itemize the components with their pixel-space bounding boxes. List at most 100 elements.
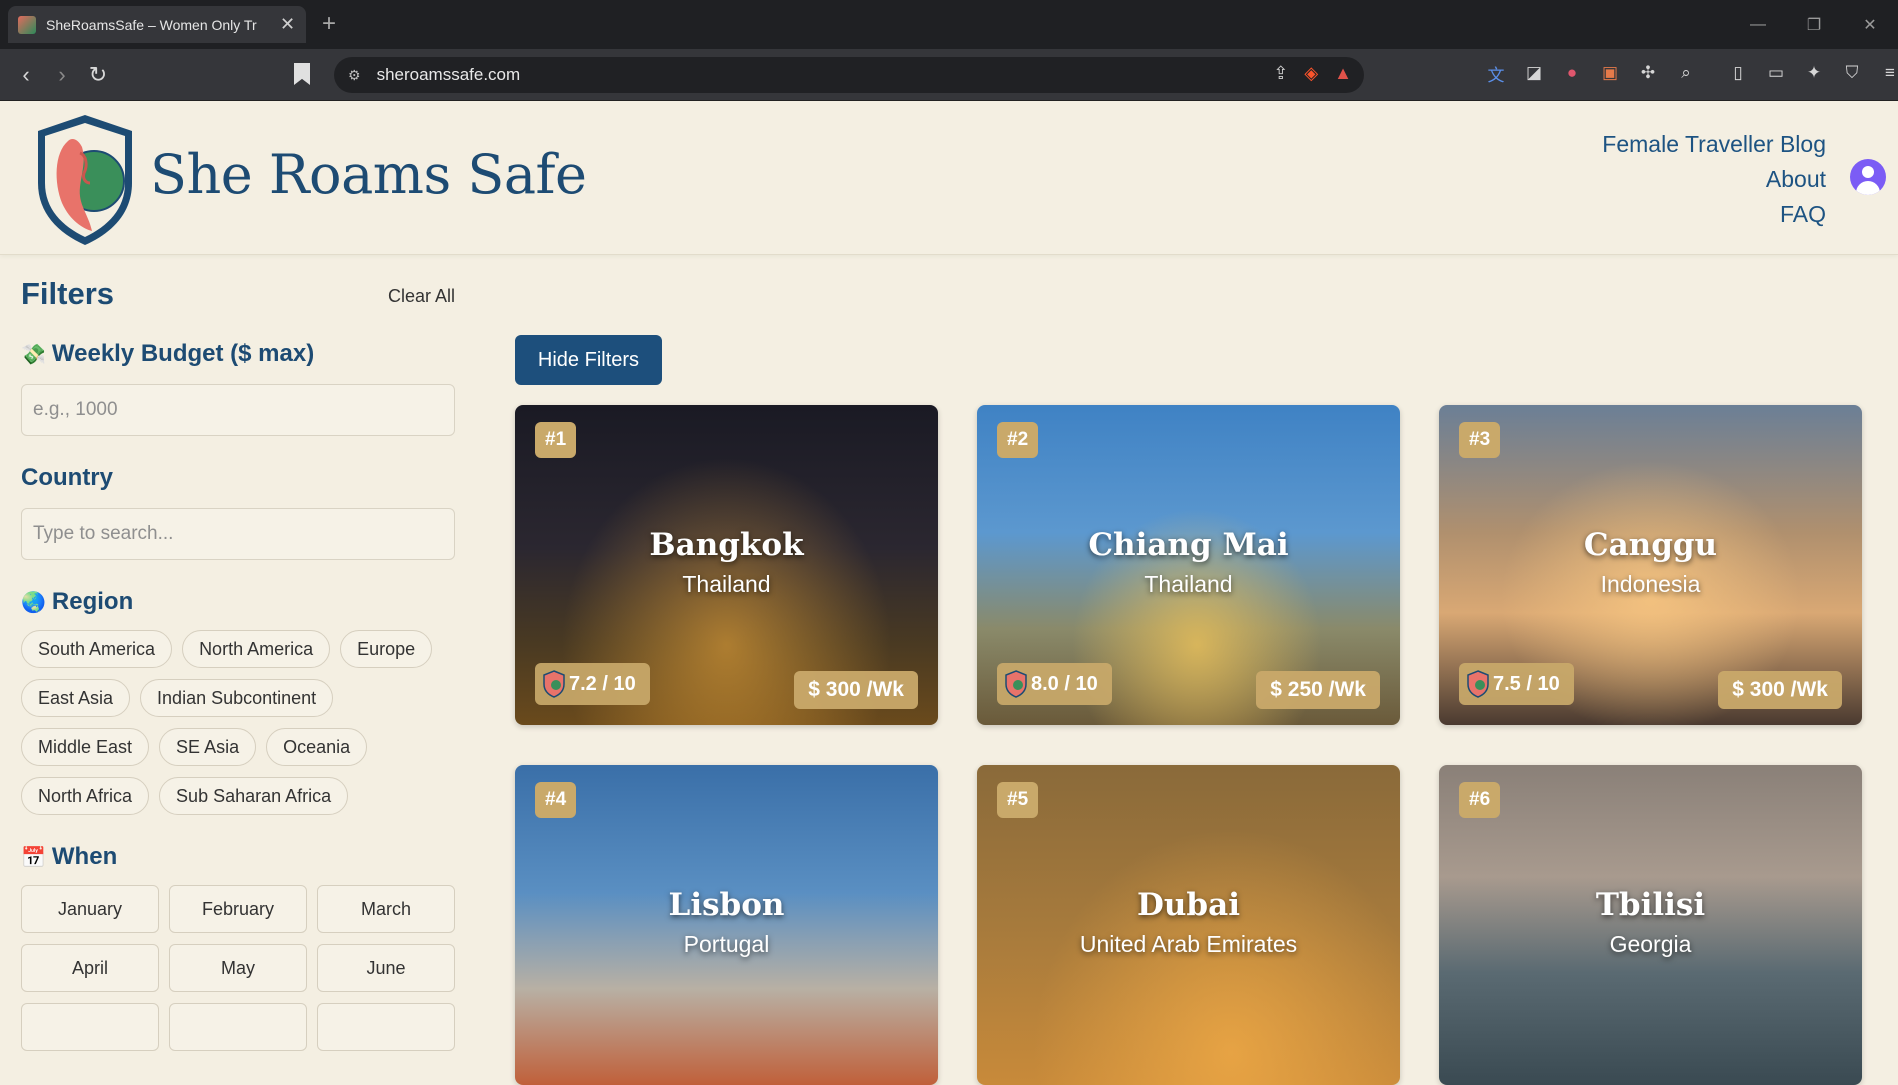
leo-ai-icon[interactable]: ✦ (1802, 61, 1826, 85)
month-buttons: January February March April May June (21, 885, 455, 1051)
clear-all-button[interactable]: Clear All (388, 286, 455, 307)
nav-about-link[interactable]: About (1602, 162, 1826, 197)
safety-score-badge: 8.0 / 10 (997, 663, 1112, 705)
forward-icon[interactable]: › (44, 62, 80, 88)
browser-tab[interactable]: SheRoamsSafe – Women Only Tr ✕ (8, 6, 306, 43)
destination-card[interactable]: #5 Dubai United Arab Emirates (977, 765, 1400, 1085)
safety-score: 8.0 / 10 (1031, 672, 1098, 695)
card-city: Chiang Mai (1088, 527, 1289, 563)
month-button[interactable] (21, 1003, 159, 1051)
share-icon[interactable]: ⇪ (1273, 63, 1288, 84)
safety-score: 7.5 / 10 (1493, 672, 1560, 695)
extension-icon[interactable]: ▣ (1598, 61, 1622, 85)
card-photo (977, 765, 1400, 1085)
region-chip[interactable]: South America (21, 630, 173, 668)
card-city: Bangkok (649, 527, 804, 563)
reload-icon[interactable]: ↻ (80, 62, 116, 88)
site-info-icon[interactable]: ⚙ (348, 67, 361, 84)
vpn-icon[interactable]: ⛉ (1840, 61, 1864, 85)
month-button[interactable]: April (21, 944, 159, 992)
region-chip[interactable]: Indian Subcontinent (140, 679, 334, 717)
region-heading: 🌏 Region (21, 588, 455, 616)
shield-icon (1005, 670, 1027, 698)
safety-score-badge: 7.2 / 10 (535, 663, 650, 705)
brave-shields-icon[interactable]: ◈ (1304, 63, 1318, 84)
card-city: Canggu (1583, 527, 1718, 563)
rank-badge: #3 (1459, 422, 1501, 458)
browser-toolbar: ‹ › ↻ ⚙ sheroamssafe.com ⇪ ◈ ▲ 文 ◪ ● ▣ ✣… (0, 49, 1898, 101)
region-chip[interactable]: Sub Saharan Africa (159, 777, 349, 815)
card-city: Dubai (1137, 887, 1240, 923)
puzzle-icon[interactable]: ✣ (1636, 61, 1660, 85)
month-button[interactable]: February (169, 885, 307, 933)
rank-badge: #6 (1459, 782, 1501, 818)
card-country: Portugal (683, 931, 770, 957)
shield-icon (1467, 670, 1489, 698)
calendar-icon: 📅 (21, 846, 46, 869)
back-icon[interactable]: ‹ (8, 62, 44, 88)
country-heading: Country (21, 464, 455, 492)
card-city: Tbilisi (1595, 887, 1706, 923)
price-badge: $ 250 /Wk (1256, 671, 1380, 709)
extension-icon[interactable]: ◪ (1522, 61, 1546, 85)
region-chip[interactable]: Middle East (21, 728, 150, 766)
sidebar-toggle-icon[interactable]: ▯ (1726, 61, 1750, 85)
bookmark-icon[interactable] (294, 63, 310, 85)
when-label: When (51, 843, 118, 870)
region-chips: South America North America Europe East … (21, 630, 455, 815)
window-controls: — ❐ ✕ (1730, 0, 1898, 49)
new-tab-icon[interactable]: + (322, 10, 336, 38)
region-chip[interactable]: SE Asia (159, 728, 257, 766)
filters-sidebar: Filters Clear All 💸 Weekly Budget ($ max… (21, 276, 455, 1051)
region-label: Region (51, 588, 134, 615)
month-button[interactable] (169, 1003, 307, 1051)
card-photo (1439, 765, 1862, 1085)
month-button[interactable]: March (317, 885, 455, 933)
close-tab-icon[interactable]: ✕ (280, 14, 295, 35)
card-photo (515, 765, 938, 1085)
restore-icon[interactable]: ❐ (1786, 0, 1842, 49)
close-window-icon[interactable]: ✕ (1842, 0, 1898, 49)
brave-rewards-icon[interactable]: ▲ (1334, 63, 1352, 84)
rank-badge: #5 (997, 782, 1039, 818)
destination-card[interactable]: #3 Canggu Indonesia 7.5 / 10 $ 300 /Wk (1439, 405, 1862, 725)
card-country: Thailand (682, 571, 771, 597)
address-bar[interactable]: ⚙ sheroamssafe.com ⇪ ◈ ▲ (334, 57, 1364, 93)
money-icon: 💸 (21, 343, 46, 366)
site-header: She Roams Safe Female Traveller Blog Abo… (0, 101, 1898, 255)
month-button[interactable]: January (21, 885, 159, 933)
price-badge: $ 300 /Wk (1718, 671, 1842, 709)
rank-badge: #1 (535, 422, 577, 458)
nav-blog-link[interactable]: Female Traveller Blog (1602, 127, 1826, 162)
region-chip[interactable]: Europe (340, 630, 433, 668)
wallet-icon[interactable]: ▭ (1764, 61, 1788, 85)
month-button[interactable]: May (169, 944, 307, 992)
translate-icon[interactable]: 文 (1484, 61, 1508, 85)
budget-heading: 💸 Weekly Budget ($ max) (21, 340, 455, 368)
extension-icon[interactable]: ● (1560, 61, 1584, 85)
destination-card[interactable]: #2 Chiang Mai Thailand 8.0 / 10 $ 250 /W… (977, 405, 1400, 725)
month-button[interactable] (317, 1003, 455, 1051)
user-avatar-icon[interactable] (1850, 159, 1886, 195)
region-chip[interactable]: North Africa (21, 777, 150, 815)
destination-card[interactable]: #1 Bangkok Thailand 7.2 / 10 $ 300 /Wk (515, 405, 938, 725)
nav-faq-link[interactable]: FAQ (1602, 197, 1826, 232)
region-chip[interactable]: East Asia (21, 679, 131, 717)
brand-name[interactable]: She Roams Safe (150, 143, 587, 206)
country-search-input[interactable] (21, 508, 455, 560)
budget-input[interactable] (21, 384, 455, 436)
region-chip[interactable]: Oceania (266, 728, 368, 766)
region-chip[interactable]: North America (182, 630, 331, 668)
menu-icon[interactable]: ≡ (1878, 61, 1898, 85)
destination-card[interactable]: #4 Lisbon Portugal (515, 765, 938, 1085)
safety-score: 7.2 / 10 (569, 672, 636, 695)
destination-card[interactable]: #6 Tbilisi Georgia (1439, 765, 1862, 1085)
url-text[interactable]: sheroamssafe.com (377, 65, 521, 85)
extension-icon[interactable]: ⌕ (1674, 61, 1698, 85)
hide-filters-button[interactable]: Hide Filters (515, 335, 662, 385)
site-logo-icon[interactable] (32, 113, 138, 247)
minimize-icon[interactable]: — (1730, 0, 1786, 49)
month-button[interactable]: June (317, 944, 455, 992)
card-city: Lisbon (668, 887, 785, 923)
budget-label: Weekly Budget ($ max) (51, 340, 315, 367)
